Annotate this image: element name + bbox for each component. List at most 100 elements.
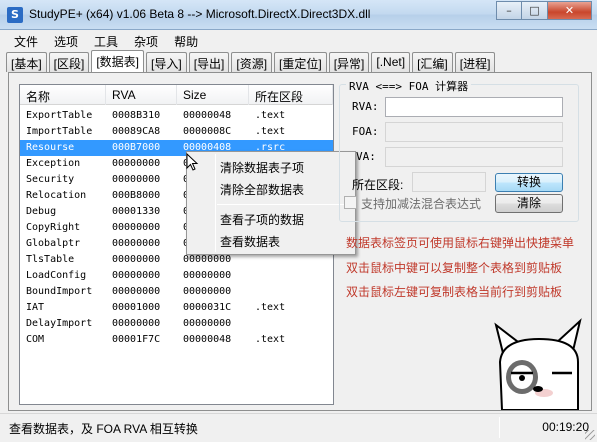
hint-left-double-click: 双击鼠标左键可复制表格当前行到剪贴板 [346,285,563,299]
mouse-cursor-icon [186,153,199,171]
tab-processes[interactable]: [进程] [454,52,496,72]
table-row[interactable]: DelayImport 00000000 00000000 [20,316,333,332]
tab-imports[interactable]: [导入] [146,52,187,72]
table-row[interactable]: BoundImport 00000000 00000000 [20,284,333,300]
cell-name: COM [26,334,45,345]
tab-strip: [基本] [区段] [数据表] [导入] [导出] [资源] [重定位] [异常… [6,50,497,72]
foa-input[interactable] [385,122,563,142]
window-controls: – □ ✕ [496,1,592,20]
menu-item-view-table[interactable]: 查看数据表 [220,233,280,250]
cell-name: IAT [26,302,45,313]
column-header-size[interactable]: Size [177,85,249,105]
table-row[interactable]: LoadConfig 00000000 00000000 [20,268,333,284]
menu-item-view-entry-data[interactable]: 查看子项的数据 [220,211,304,228]
cell-name: LoadConfig [26,270,87,281]
tab-resources[interactable]: [资源] [231,52,273,72]
table-row[interactable]: ImportTable 00089CA8 0000008C .text [20,124,333,140]
window-title: StudyPE+ (x64) v1.06 Beta 8 --> Microsof… [29,7,371,21]
section-output [412,172,486,192]
cell-name: Relocation [26,190,87,201]
menu-item-clear-all[interactable]: 清除全部数据表 [220,181,304,198]
menu-file[interactable]: 文件 [6,30,46,50]
cell-name: Resourse [26,142,75,153]
tab-sections[interactable]: [区段] [48,52,90,72]
menu-item-clear-entry[interactable]: 清除数据表子项 [220,159,304,176]
clear-button[interactable]: 清除 [495,194,563,213]
cell-name: Debug [26,206,57,217]
context-menu-gutter [215,154,216,252]
section-label: 所在区段: [352,178,404,192]
cell-rva: 000B8000 [112,190,161,201]
calculator-title: RVA <==> FOA 计算器 [346,78,472,94]
tab-disassembly[interactable]: [汇编] [412,52,453,72]
status-text: 查看数据表，及 FOA RVA 相互转换 [9,422,198,436]
tab-basic[interactable]: [基本] [6,52,47,72]
resize-grip-icon[interactable] [585,430,595,440]
cell-name: ExportTable [26,110,93,121]
cell-size: 0000031C [183,302,232,313]
mixed-expression-label: 支持加减法混合表达式 [361,197,482,211]
context-menu-separator [217,204,352,205]
cell-rva: 00000000 [112,286,161,297]
cell-rva: 00000000 [112,174,161,185]
cell-rva: 0008B310 [112,110,161,121]
mascot-dog-icon [494,318,582,410]
cell-rva: 00000000 [112,254,161,265]
title-bar: S StudyPE+ (x64) v1.06 Beta 8 --> Micros… [0,0,597,30]
cell-name: Globalptr [26,238,81,249]
table-row[interactable]: IAT 00001000 0000031C .text [20,300,333,316]
tab-exports[interactable]: [导出] [188,52,230,72]
hint-right-click: 数据表标签页可使用鼠标右键弹出快捷菜单 [346,236,575,250]
cell-name: TlsTable [26,254,75,265]
column-header-rva[interactable]: RVA [106,85,177,105]
cell-name: Security [26,174,75,185]
va-label: VA: [356,150,376,163]
table-row[interactable]: ExportTable 0008B310 00000048 .text [20,108,333,124]
tab-data-directories[interactable]: [数据表] [91,50,145,72]
cell-section [249,316,333,332]
foa-label: FOA: [352,125,379,138]
cell-section: .text [255,110,286,121]
cell-section [249,268,333,284]
cell-rva: 00000000 [112,270,161,281]
menu-bar: 文件 选项 工具 杂项 帮助 [0,30,597,50]
tab-exceptions[interactable]: [异常] [328,52,370,72]
column-header-name[interactable]: 名称 [20,85,106,105]
cell-size: 0000008C [183,126,232,137]
cell-size: 00000000 [183,270,232,281]
tab-relocations[interactable]: [重定位] [274,52,327,72]
cell-rva: 00000000 [112,158,161,169]
cell-rva: 00000000 [112,238,161,249]
rva-input[interactable] [385,97,563,117]
cell-rva: 00001F7C [112,334,161,345]
status-separator [499,417,500,438]
menu-help[interactable]: 帮助 [166,30,206,50]
app-icon: S [7,7,23,23]
va-input[interactable] [385,147,563,167]
cell-name: Exception [26,158,81,169]
status-clock: 00:19:20 [542,420,589,434]
convert-button[interactable]: 转换 [495,173,563,192]
column-header-section[interactable]: 所在区段 [249,85,333,105]
menu-options[interactable]: 选项 [46,30,86,50]
table-header: 名称 RVA Size 所在区段 [20,85,333,105]
cell-size: 00000000 [183,318,232,329]
cell-rva: 00089CA8 [112,126,161,137]
cell-rva: 00000000 [112,222,161,233]
table-row[interactable]: COM 00001F7C 00000048 .text [20,332,333,348]
cell-name: CopyRight [26,222,81,233]
cell-rva: 00001330 [112,206,161,217]
rva-label: RVA: [352,100,379,113]
tab-dotnet[interactable]: [.Net] [371,52,411,72]
menu-misc[interactable]: 杂项 [126,30,166,50]
minimize-button[interactable]: – [496,1,522,20]
close-button[interactable]: ✕ [548,1,592,20]
cell-size: 00000048 [183,334,232,345]
cell-section: .text [255,126,286,137]
maximize-button[interactable]: □ [522,1,548,20]
mixed-expression-checkbox[interactable] [344,196,357,209]
cell-section: .text [255,302,286,313]
menu-tools[interactable]: 工具 [86,30,126,50]
cell-size: 00000000 [183,286,232,297]
cell-section [249,284,333,300]
